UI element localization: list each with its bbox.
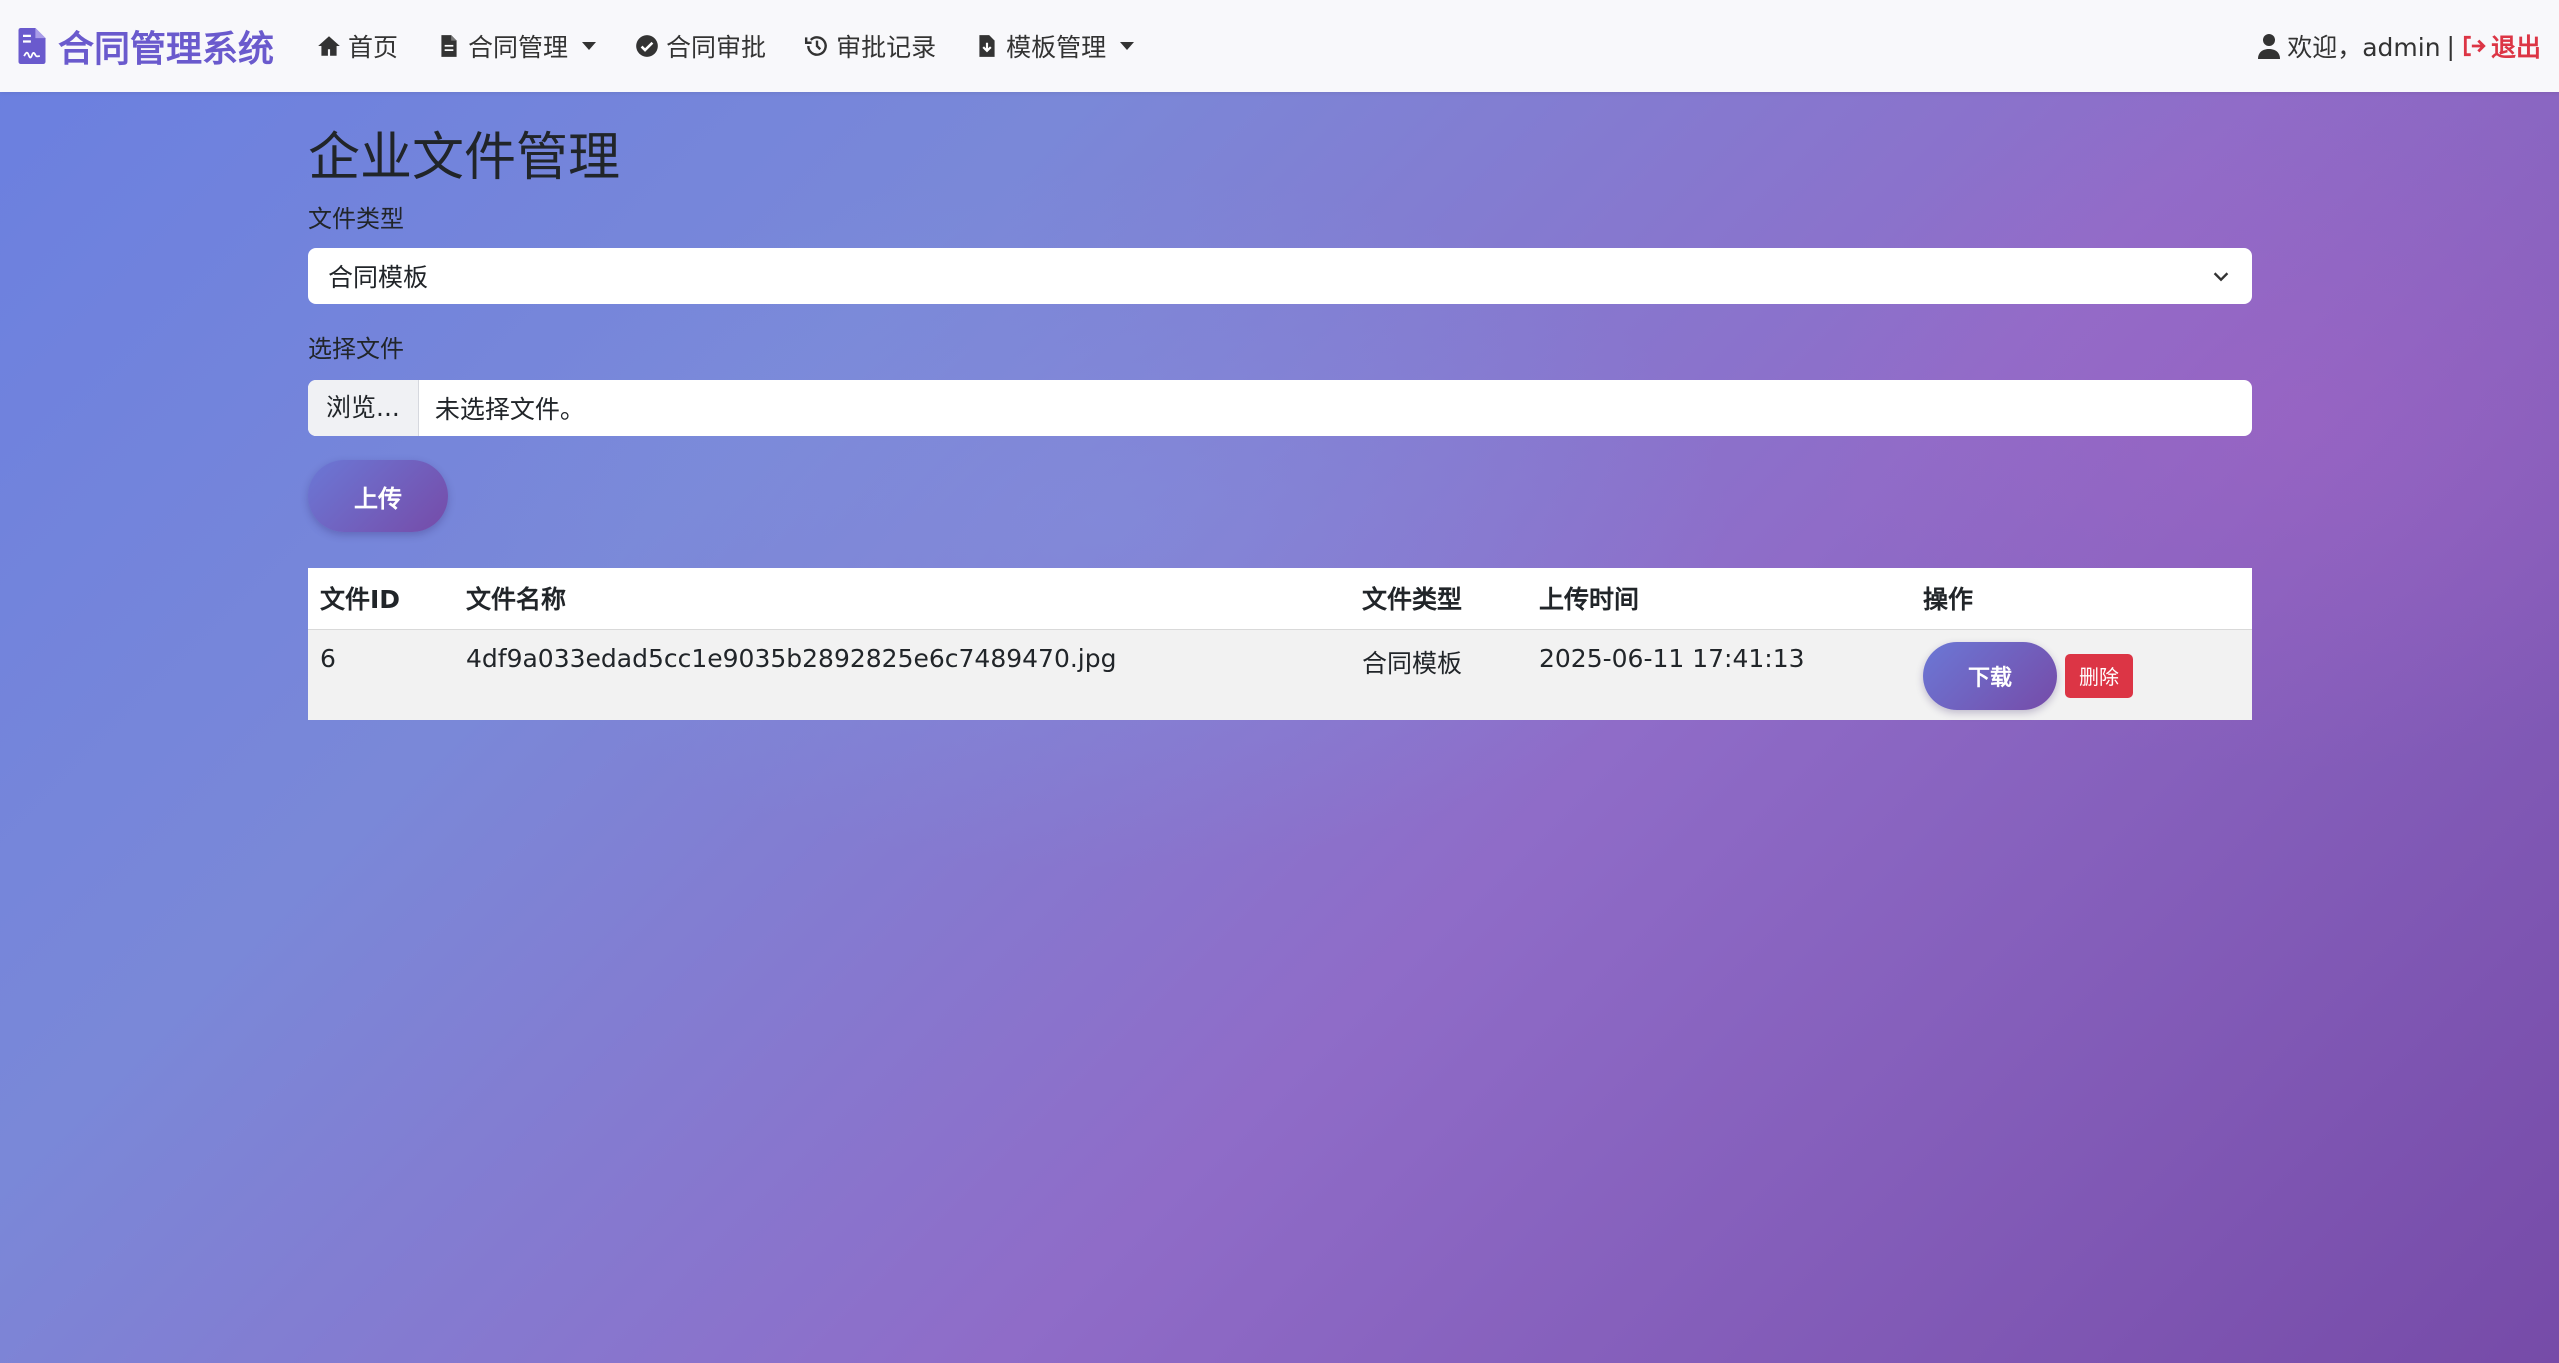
cell-actions: 下载 删除 [1911,629,2252,720]
cell-file-id: 6 [320,643,336,673]
main-content: 企业文件管理 文件类型 合同模板 选择文件 浏览... 未选择文件。 上传 文件… [308,92,2252,720]
nav-approval-records-label: 审批记录 [836,33,937,62]
nav-home-label: 首页 [348,33,399,62]
header-file-type: 文件类型 [1350,568,1527,630]
nav-template-management-label: 模板管理 [1006,33,1107,62]
file-contract-icon [18,28,46,64]
choose-file-label: 选择文件 [308,335,404,363]
cell-upload-time: 2025-06-11 17:41:13 [1539,643,1805,673]
table-header-row: 文件ID 文件名称 文件类型 上传时间 操作 [308,568,2252,630]
file-table: 文件ID 文件名称 文件类型 上传时间 操作 6 4df9a033edad5cc… [308,568,2252,720]
chevron-down-icon [2213,272,2229,282]
nav-contract-approval-label: 合同审批 [666,33,767,62]
nav-contract-management-label: 合同管理 [468,33,569,62]
file-download-icon [979,35,995,57]
nav-approval-records[interactable]: 审批记录 [804,28,936,64]
nav-contract-approval[interactable]: 合同审批 [634,28,766,64]
selected-file-name: 未选择文件。 [434,395,585,424]
logout-link[interactable]: 退出 [2461,28,2541,64]
brand-title: 合同管理系统 [58,29,275,70]
cell-file-type: 合同模板 [1362,648,1463,678]
download-button[interactable]: 下载 [1923,641,2057,710]
chevron-down-icon [1120,42,1135,50]
file-type-selected: 合同模板 [328,263,429,292]
header-upload-time: 上传时间 [1527,568,1911,630]
header-file-name: 文件名称 [454,568,1350,630]
user-icon [2258,34,2281,59]
nav-separator: | [2446,31,2455,61]
top-navbar: 合同管理系统 首页 合同管理 合同审批 审批记录 模板管理 欢迎，admin | [0,0,2559,92]
file-icon [441,35,457,57]
header-actions: 操作 [1911,568,2252,630]
home-icon [318,36,340,56]
nav-home[interactable]: 首页 [316,28,398,64]
delete-button[interactable]: 删除 [2065,653,2133,698]
chevron-down-icon [582,42,597,50]
logout-label: 退出 [2490,33,2541,62]
file-type-label: 文件类型 [308,205,404,233]
header-file-id: 文件ID [308,568,454,630]
history-icon [805,36,827,56]
nav-template-management[interactable]: 模板管理 [974,28,1135,64]
cell-file-name: 4df9a033edad5cc1e9035b2892825e6c7489470.… [466,643,1117,673]
browse-button[interactable]: 浏览... [308,380,419,436]
file-type-select[interactable]: 合同模板 [308,248,2252,304]
nav-contract-management[interactable]: 合同管理 [436,28,597,64]
file-input[interactable]: 浏览... 未选择文件。 [308,380,2252,436]
brand[interactable]: 合同管理系统 [18,20,274,72]
page-title: 企业文件管理 [308,128,621,188]
welcome-text: 欢迎，admin [2287,33,2441,62]
table-row: 6 4df9a033edad5cc1e9035b2892825e6c748947… [308,629,2252,720]
sign-out-icon [2463,35,2486,57]
check-circle-icon [636,35,658,57]
upload-button[interactable]: 上传 [308,460,448,532]
